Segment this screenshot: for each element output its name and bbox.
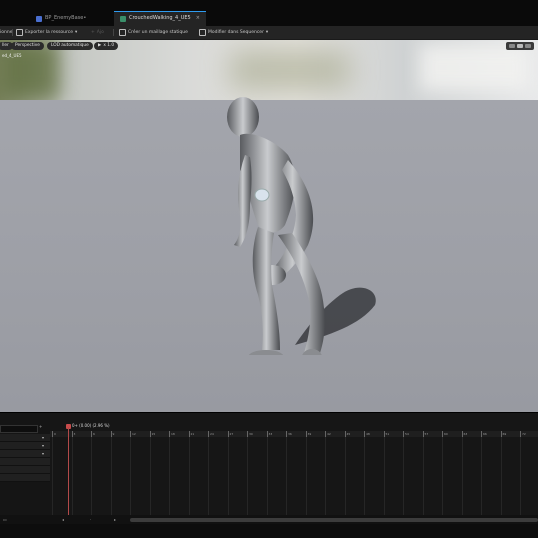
current-frame-label: 0+ (0.00) (2.96 %) xyxy=(72,423,110,428)
sequencer-icon xyxy=(199,29,206,36)
toolbar-label: ionne xyxy=(0,30,13,35)
divider xyxy=(12,29,13,36)
add-track-button[interactable]: + xyxy=(39,424,42,429)
timeline-panel: + ▾ ▾ ▾ 0+ (0.00) (2.96 %) 0 3 6 9 12 15 18 21 2… xyxy=(0,412,538,525)
timeline-track-area[interactable]: 0+ (0.00) (2.96 %) 0 3 6 9 12 15 18 21 24 27 30 33 3… xyxy=(50,413,538,515)
chevron-down-icon[interactable]: ▾ xyxy=(42,450,44,457)
grid-line xyxy=(227,437,229,515)
display-icon[interactable]: ▭ xyxy=(3,517,7,522)
grid-line xyxy=(305,437,307,515)
static-mesh-label: Créer un maillage statique xyxy=(128,30,188,35)
grid-line xyxy=(500,437,502,515)
frame-forward-icon[interactable]: ▸ xyxy=(114,517,116,522)
lod-auto-button[interactable]: LOD automatique xyxy=(47,42,93,50)
track-row[interactable] xyxy=(0,458,50,466)
frame-back-icon[interactable]: ◂ xyxy=(62,517,64,522)
asset-name-overlay: ed_4_UE5 xyxy=(2,53,22,58)
viewport-button-label: LOD automatique xyxy=(51,43,89,48)
static-mesh-icon xyxy=(119,29,126,36)
grid-line xyxy=(461,437,463,515)
tab-label: CrouchedWalking_4_UE5 xyxy=(129,15,191,21)
window-footer xyxy=(0,524,538,538)
search-field[interactable] xyxy=(0,425,38,433)
grid-line xyxy=(169,437,170,515)
playhead-line[interactable] xyxy=(68,427,69,515)
grid-line xyxy=(71,437,73,515)
viewport-button-label: x 1.0 xyxy=(103,43,115,48)
grid-line xyxy=(481,437,482,515)
chevron-down-icon[interactable]: ▾ xyxy=(42,434,44,441)
grid-line xyxy=(520,437,521,515)
viewport-button-label: ller xyxy=(2,43,9,48)
track-row[interactable]: ▾ xyxy=(0,450,50,458)
grid-line xyxy=(266,437,268,515)
toolbar-item-partial[interactable]: ionne xyxy=(0,26,12,39)
grid-line xyxy=(247,437,248,515)
timeline-scrollbar[interactable] xyxy=(130,518,538,522)
grid-line xyxy=(344,437,346,515)
perspective-button[interactable]: Perspective xyxy=(11,42,44,50)
play-icon: ▶ xyxy=(98,43,102,48)
grid-line xyxy=(91,437,92,515)
frame-icon[interactable]: · xyxy=(90,517,91,522)
tab-label: BP_EnemyBase• xyxy=(45,15,87,21)
mannequin-character xyxy=(227,97,376,355)
animation-viewport[interactable]: ller Perspective LOD automatique ▶ x 1.0… xyxy=(0,40,538,412)
tab-bp-enemybase[interactable]: BP_EnemyBase• xyxy=(30,11,112,26)
create-static-mesh-button[interactable]: Créer un maillage statique xyxy=(119,26,188,39)
tab-crouched-walking[interactable]: CrouchedWalking_4_UE5 × xyxy=(114,11,206,26)
playback-speed-button[interactable]: ▶ x 1.0 xyxy=(94,42,119,50)
grid-line xyxy=(422,437,424,515)
grid-line xyxy=(110,437,112,515)
grid-line xyxy=(130,437,131,515)
divider xyxy=(113,29,114,36)
time-ruler[interactable]: 0 3 6 9 12 15 18 21 24 27 30 33 36 39 42 45 48 51 54 57 60 63… xyxy=(50,431,538,437)
add-button[interactable]: + Ajo xyxy=(91,26,104,39)
track-row[interactable]: ▾ xyxy=(0,442,50,450)
grid-line xyxy=(442,437,443,515)
export-label: Exporter la ressource xyxy=(25,30,74,35)
grid-line xyxy=(403,437,404,515)
sequencer-label: Modifier dans Sequencer xyxy=(208,30,264,35)
track-row[interactable]: ▾ xyxy=(0,434,50,442)
track-row[interactable] xyxy=(0,474,50,482)
grid-line xyxy=(364,437,365,515)
close-icon[interactable]: × xyxy=(196,11,200,26)
export-asset-button[interactable]: Exporter la ressource ▾ xyxy=(16,26,77,39)
track-row[interactable] xyxy=(0,466,50,474)
chevron-down-icon: ▾ xyxy=(75,30,78,35)
animation-icon xyxy=(120,15,126,22)
asset-toolbar: ionne Exporter la ressource ▾ + Ajo Crée… xyxy=(0,26,538,40)
grid-line xyxy=(208,437,209,515)
tab-bar: BP_EnemyBase• CrouchedWalking_4_UE5 × xyxy=(0,0,538,26)
edit-in-sequencer-button[interactable]: Modifier dans Sequencer ▾ xyxy=(199,26,268,39)
plus-icon: + xyxy=(91,30,95,35)
chevron-down-icon[interactable]: ▾ xyxy=(42,442,44,449)
grid-line xyxy=(325,437,326,515)
grid-line xyxy=(149,437,151,515)
grid-line xyxy=(286,437,287,515)
viewport-view-toggles[interactable] xyxy=(506,42,534,50)
grid-line xyxy=(52,437,53,515)
viewport-button-label: Perspective xyxy=(15,43,40,48)
add-label: Ajo xyxy=(96,30,104,35)
blueprint-icon xyxy=(36,15,42,22)
export-icon xyxy=(16,29,23,36)
chevron-down-icon: ▾ xyxy=(265,30,269,35)
grid-line xyxy=(383,437,385,515)
grid-line xyxy=(188,437,190,515)
track-list: + ▾ ▾ ▾ xyxy=(0,413,50,515)
